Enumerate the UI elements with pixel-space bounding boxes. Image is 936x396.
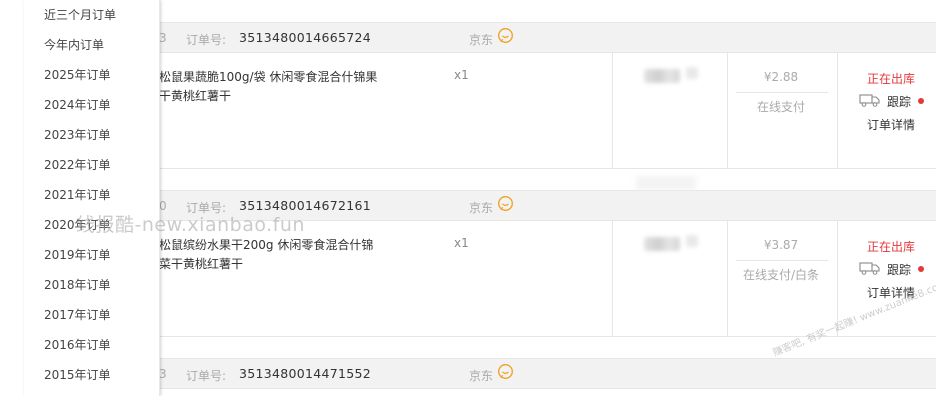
product-title[interactable]: 松鼠缤纷水果干200g 休闲零食混合什锦 菜干黄桃红薯干 — [159, 236, 389, 276]
column-divider — [837, 53, 838, 168]
order-header: 3 订单号: 3513480014665724 京东 — [24, 22, 936, 53]
chat-smile-icon[interactable] — [497, 363, 514, 380]
recipient-name-blurred — [644, 69, 680, 83]
divider — [736, 260, 828, 261]
dropdown-item-2024[interactable]: 2024年订单 — [44, 95, 111, 115]
order-status: 正在出库 — [867, 240, 916, 254]
dropdown-item-2016[interactable]: 2016年订单 — [44, 335, 111, 355]
order-number-label: 订单号: — [186, 369, 227, 383]
order-number-label: 订单号: — [186, 33, 227, 47]
order-amount: ¥3.87 — [763, 238, 799, 252]
site-watermark: 线报酷-new.xianbao.fun — [76, 214, 305, 236]
dropdown-item-2023[interactable]: 2023年订单 — [44, 125, 111, 145]
dropdown-item-2017[interactable]: 2017年订单 — [44, 305, 111, 325]
dropdown-item-2019[interactable]: 2019年订单 — [44, 245, 111, 265]
dropdown-item-recent-3-months[interactable]: 近三个月订单 — [44, 5, 116, 25]
order-date: 3 — [159, 367, 167, 381]
column-divider — [612, 221, 613, 336]
recipient-name-blurred — [644, 237, 680, 251]
payment-method: 在线支付 — [756, 100, 805, 114]
dropdown-item-2018[interactable]: 2018年订单 — [44, 275, 111, 295]
track-link[interactable]: 跟踪 — [887, 261, 911, 278]
payment-method: 在线支付/白条 — [742, 268, 820, 282]
truck-icon[interactable] — [859, 260, 881, 276]
divider — [736, 92, 828, 93]
order-body: 松鼠果蔬脆100g/袋 休闲零食混合什锦果 干黄桃红薯干 x1 ¥2.88 在线… — [24, 53, 936, 169]
recipient-name-blurred — [686, 67, 698, 79]
order-header: 3 订单号: 3513480014471552 京东 — [24, 358, 936, 389]
order-status: 正在出库 — [867, 72, 916, 86]
shop-name[interactable]: 京东 — [469, 199, 493, 216]
dropdown-item-this-year[interactable]: 今年内订单 — [44, 35, 104, 55]
chat-smile-icon[interactable] — [497, 27, 514, 44]
shop-name[interactable]: 京东 — [469, 367, 493, 384]
quantity: x1 — [454, 236, 469, 250]
recipient-name-blurred — [686, 235, 698, 247]
order-period-dropdown: 近三个月订单 今年内订单 2025年订单 2024年订单 2023年订单 202… — [24, 0, 160, 396]
notification-dot — [918, 266, 924, 272]
order-body: 松鼠缤纷水果干200g 休闲零食混合什锦 菜干黄桃红薯干 x1 ¥3.87 在线… — [24, 221, 936, 337]
quantity: x1 — [454, 68, 469, 82]
shop-name[interactable]: 京东 — [469, 31, 493, 48]
order-date: 3 — [159, 31, 167, 45]
order-number: 3513480014471552 — [239, 366, 372, 381]
truck-icon[interactable] — [859, 92, 881, 108]
notification-dot — [918, 98, 924, 104]
chat-smile-icon[interactable] — [497, 195, 514, 212]
blur-artifact — [636, 176, 696, 190]
product-title[interactable]: 松鼠果蔬脆100g/袋 休闲零食混合什锦果 干黄桃红薯干 — [159, 68, 389, 108]
order-detail-link[interactable]: 订单详情 — [867, 116, 915, 133]
track-link[interactable]: 跟踪 — [887, 93, 911, 110]
dropdown-item-2022[interactable]: 2022年订单 — [44, 155, 111, 175]
dropdown-item-2021[interactable]: 2021年订单 — [44, 185, 111, 205]
dropdown-item-2025[interactable]: 2025年订单 — [44, 65, 111, 85]
column-divider — [727, 53, 728, 168]
dropdown-item-2015[interactable]: 2015年订单 — [44, 365, 111, 385]
order-number: 3513480014665724 — [239, 30, 372, 45]
column-divider — [612, 53, 613, 168]
order-amount: ¥2.88 — [763, 70, 799, 84]
column-divider — [727, 221, 728, 336]
